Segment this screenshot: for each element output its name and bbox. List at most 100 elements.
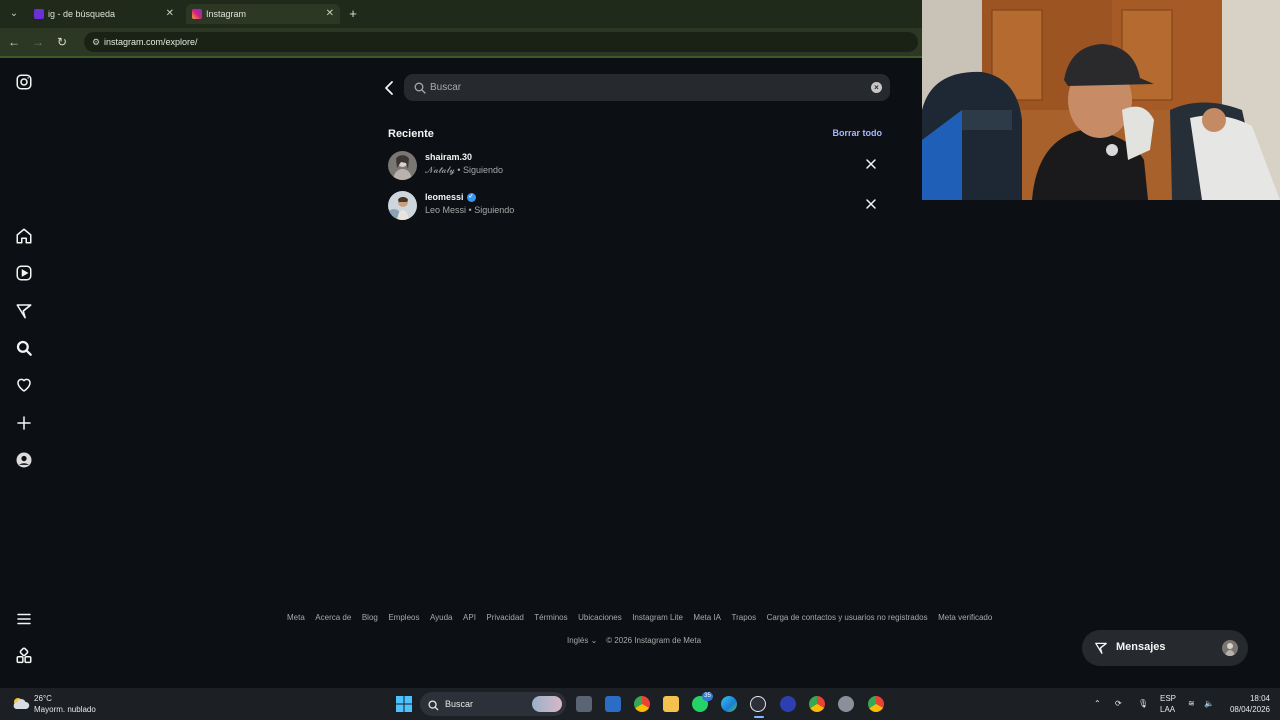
taskbar-search-label: Buscar [445,699,474,709]
search-icon [414,81,426,94]
search-input[interactable] [430,74,850,101]
more-menu-icon[interactable] [15,610,33,628]
instagram-logo-icon[interactable] [15,73,33,91]
search-box[interactable]: × [404,74,890,101]
footer-link[interactable]: Blog [362,613,378,622]
whatsapp-icon[interactable]: 35 [692,692,713,712]
tab-title: Instagram [206,9,247,19]
reels-icon[interactable] [15,264,33,282]
microphone-icon[interactable]: 🎙 [1138,688,1148,720]
chrome-profile-icon[interactable] [868,696,884,712]
wifi-icon[interactable]: ≋ [1188,688,1195,720]
notification-badge: 35 [702,692,713,701]
clear-search-icon[interactable]: × [871,82,882,93]
also-from-meta-icon[interactable] [15,647,33,665]
chevron-down-icon: ⌄ [590,636,598,645]
footer-link[interactable]: Carga de contactos y usuarios no registr… [767,613,928,622]
avatar [388,151,417,180]
site-settings-icon[interactable]: ⚙ [88,34,104,50]
recent-status: Siguiendo [462,165,503,175]
file-explorer-icon[interactable] [663,696,679,712]
taskbar-search[interactable]: Buscar [420,692,566,716]
footer-link[interactable]: Ayuda [430,613,453,622]
sidebar-nav [0,58,48,688]
recent-fullname: 𝒩𝒶𝓉𝒶𝓁𝓎 [425,165,455,175]
tab-title: ig - de búsqueda [48,9,116,19]
clock-date: 08/04/2026 [1229,705,1270,714]
footer-link[interactable]: Instagram Lite [632,613,683,622]
settings-gear-icon[interactable] [838,696,854,712]
recent-username: leomessi ✓ [425,192,476,203]
edge-icon[interactable] [721,696,737,712]
footer-link[interactable]: Ubicaciones [578,613,622,622]
recent-item[interactable]: leomessi ✓ Leo Messi • Siguiendo [388,190,888,222]
url-text[interactable]: instagram.com/explore/ [104,32,198,52]
taskbar: 26°C Mayorm. nublado Buscar 35 ⌃ ⟳ 🎙 ESP… [0,688,1280,720]
task-view-icon[interactable] [576,696,592,712]
back-arrow-icon[interactable]: ← [6,34,22,50]
messages-icon[interactable] [15,302,33,320]
yahoo-icon [34,9,44,19]
recent-username: shairam.30 [425,152,473,162]
volume-icon[interactable]: 🔈 [1204,688,1214,720]
language-selector[interactable]: Inglés ⌄ [567,636,597,645]
tab-yahoo-search[interactable]: ig - de búsqueda ✕ [28,4,180,24]
ea-app-icon[interactable] [780,696,796,712]
footer-link[interactable]: Trapos [731,613,756,622]
recent-subtitle: Leo Messi • Siguiendo [425,205,515,215]
footer-link[interactable]: Meta verificado [938,613,992,622]
webcam-overlay [922,0,1280,200]
windows-start-icon[interactable] [396,696,412,712]
address-bar[interactable]: ⚙ instagram.com/explore/ [84,32,918,52]
recent-status: Siguiendo [474,205,515,215]
chrome-profile-icon[interactable] [809,696,825,712]
remove-recent-icon[interactable] [864,157,878,171]
weather-description[interactable]: Mayorm. nublado [34,705,96,714]
footer-link[interactable]: Meta [287,613,305,622]
messages-label: Mensajes [1116,641,1166,653]
tab-close-icon[interactable]: ✕ [166,4,174,24]
clock-time: 18:04 [1249,694,1270,703]
copyright-text: © 2026 Instagram de Meta [606,636,702,645]
profile-avatar-icon[interactable] [15,451,33,469]
footer-link[interactable]: Acerca de [315,613,351,622]
microsoft-store-icon[interactable] [605,696,621,712]
messages-button[interactable]: Mensajes [1082,630,1248,666]
clock[interactable]: 18:04 08/04/2026 [1224,693,1270,715]
forward-arrow-icon[interactable]: → [30,34,46,50]
chrome-icon[interactable] [634,696,650,712]
footer-link[interactable]: Meta IA [693,613,721,622]
tab-close-icon[interactable]: ✕ [326,4,334,24]
recent-item[interactable]: shairam.30 𝒩𝒶𝓉𝒶𝓁𝓎 • Siguiendo [388,150,888,182]
back-chevron-icon[interactable] [382,78,396,98]
search-panel: × Reciente Borrar todo shairam.30 𝒩𝒶𝓉𝒶𝓁𝓎… [376,58,898,278]
clear-all-button[interactable]: Borrar todo [833,128,883,138]
recent-subtitle: 𝒩𝒶𝓉𝒶𝓁𝓎 • Siguiendo [425,165,503,175]
footer-link[interactable]: Empleos [388,613,419,622]
footer-link[interactable]: Privacidad [486,613,523,622]
avatar [388,191,417,220]
new-tab-button[interactable]: + [346,4,360,24]
input-language[interactable]: ESP LAA [1160,693,1176,715]
weather-temperature[interactable]: 26°C [34,694,52,703]
sync-icon[interactable]: ⟳ [1115,688,1122,720]
chevron-up-icon[interactable]: ⌃ [1094,688,1101,720]
messages-icon [1094,641,1108,655]
footer-link[interactable]: Términos [534,613,567,622]
search-icon [428,698,439,711]
tab-instagram[interactable]: Instagram ✕ [186,4,340,24]
footer-link[interactable]: API [463,613,476,622]
remove-recent-icon[interactable] [864,197,878,211]
tab-search-menu-button[interactable]: ⌄ [6,6,22,22]
avatar [1222,640,1238,656]
footer-links: Meta Acerca de Blog Empleos Ayuda API Privacid… [287,613,1007,627]
create-plus-icon[interactable] [15,414,33,432]
home-icon[interactable] [15,227,33,245]
webcam-video [922,0,1280,200]
search-icon[interactable] [15,339,33,357]
reload-icon[interactable]: ↻ [54,34,70,50]
instagram-icon [192,9,202,19]
notifications-heart-icon[interactable] [15,376,33,394]
app-icon[interactable] [750,696,766,712]
cloud-icon[interactable] [12,696,30,710]
